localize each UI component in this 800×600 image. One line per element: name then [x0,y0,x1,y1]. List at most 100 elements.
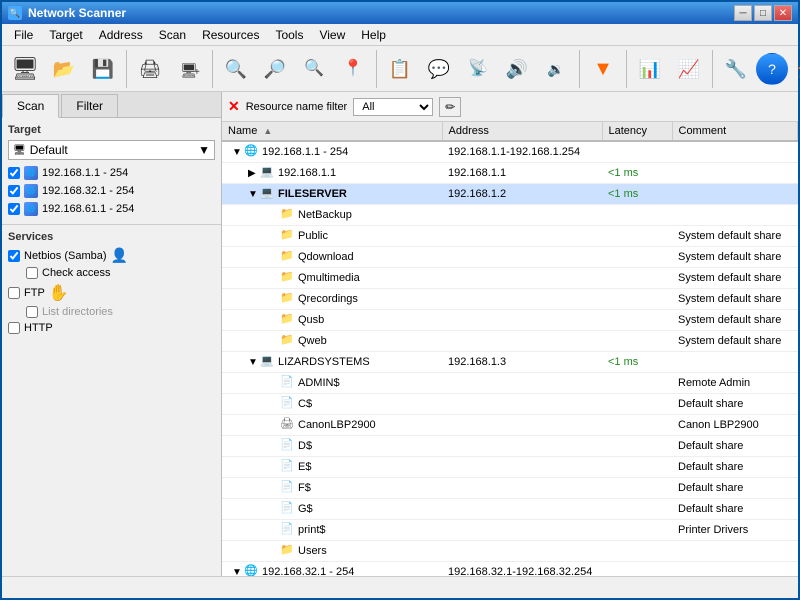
list-dirs-label: List directories [42,306,113,318]
table-row[interactable]: 📁Public System default share [222,226,798,247]
expand-icon[interactable]: ▶ [248,168,260,180]
expand-icon[interactable]: ▼ [248,357,260,369]
filter-select[interactable]: All Custom [353,98,433,116]
menu-view[interactable]: View [311,26,353,43]
locate-button[interactable]: 📍 [334,50,372,88]
table-row[interactable]: 📁NetBackup [222,205,798,226]
table-row[interactable]: ▼💻FILESERVER 192.168.1.2 <1 ms [222,184,798,205]
menu-tools[interactable]: Tools [267,26,311,43]
scan-button[interactable]: 🔍 [217,50,255,88]
range-1-checkbox[interactable] [8,167,20,179]
filter-label: Resource name filter [246,101,348,113]
table-row[interactable]: 📁Qdownload System default share [222,247,798,268]
table-row[interactable]: 📁Qmultimedia System default share [222,268,798,289]
check-access-service: Check access [26,267,215,279]
print-button[interactable]: 🖨 [131,50,169,88]
target-dropdown[interactable]: 🖥 Default ▼ [8,140,215,160]
menu-address[interactable]: Address [91,26,151,43]
table-row[interactable]: ▶💻192.168.1.1 192.168.1.1 <1 ms [222,163,798,184]
menu-help[interactable]: Help [353,26,394,43]
ftp-checkbox[interactable] [8,287,20,299]
tab-filter[interactable]: Filter [61,94,118,117]
table-row[interactable]: 🖨CanonLBP2900 Canon LBP2900 [222,415,798,436]
table-row[interactable]: 📄G$ Default share [222,499,798,520]
table-header-row: Name ▲ Address Latency Comment [222,122,798,141]
col-name[interactable]: Name ▲ [222,122,442,141]
check-access-checkbox[interactable] [26,267,38,279]
services-section: Services Netbios (Samba) 👤 Check access … [2,224,221,343]
report-button[interactable]: 📊 [631,50,669,88]
table-row[interactable]: 📄E$ Default share [222,457,798,478]
menu-scan[interactable]: Scan [151,26,194,43]
row-address [442,478,602,499]
range-item: 🌐 192.168.32.1 - 254 [8,182,215,200]
close-button[interactable]: ✕ [774,5,792,21]
list-dirs-checkbox[interactable] [26,306,38,318]
sound2-button[interactable]: 🔉 [537,50,575,88]
range-3-checkbox[interactable] [8,203,20,215]
range-3-label: 192.168.61.1 - 254 [42,203,134,215]
filter-button[interactable]: ▼ [584,50,622,88]
table-row[interactable]: 📄C$ Default share [222,394,798,415]
range-item: 🌐 192.168.61.1 - 254 [8,200,215,218]
http-checkbox[interactable] [8,322,20,334]
tab-scan[interactable]: Scan [2,94,59,118]
table-row[interactable]: ▼💻LIZARDSYSTEMS 192.168.1.3 <1 ms [222,352,798,373]
sound-button[interactable]: 🔊 [498,50,536,88]
table-row[interactable]: 📄print$ Printer Drivers [222,520,798,541]
col-address[interactable]: Address [442,122,602,141]
menu-file[interactable]: File [6,26,41,43]
table-row[interactable]: 📁Qrecordings System default share [222,289,798,310]
row-comment [672,562,798,577]
range-2-checkbox[interactable] [8,185,20,197]
report2-button[interactable]: 📈 [670,50,708,88]
net-button[interactable]: 📡 [459,50,497,88]
table-row[interactable]: 📁Users [222,541,798,562]
tools-button[interactable]: 🔧 [717,50,755,88]
table-container[interactable]: Name ▲ Address Latency Comment ▼🌐192.168… [222,122,798,576]
menu-target[interactable]: Target [41,26,90,43]
menu-bar: File Target Address Scan Resources Tools… [2,24,798,46]
netbios-checkbox[interactable] [8,250,20,262]
table-row[interactable]: 📁Qusb System default share [222,310,798,331]
home-button[interactable]: 🏠 [789,50,800,88]
msg-button[interactable]: 💬 [420,50,458,88]
row-latency [602,331,672,352]
col-latency[interactable]: Latency [602,122,672,141]
save-button[interactable]: 💾 [84,50,122,88]
new-scan-button[interactable]: 🖥 [6,50,44,88]
resources-button[interactable]: 📋 [381,50,419,88]
table-row[interactable]: ▼🌐192.168.32.1 - 254 192.168.32.1-192.16… [222,562,798,577]
range-2-label: 192.168.32.1 - 254 [42,185,134,197]
row-name: Qmultimedia [298,272,360,284]
table-row[interactable]: 📄ADMIN$ Remote Admin [222,373,798,394]
row-latency [602,373,672,394]
filter-edit-button[interactable]: ✏ [439,97,461,117]
help-button[interactable]: ? [756,53,788,85]
maximize-button[interactable]: □ [754,5,772,21]
share-icon: 📄 [280,375,296,391]
table-row[interactable]: 📁Qweb System default share [222,331,798,352]
find-button[interactable]: 🔎 [256,50,294,88]
print2-button[interactable]: 🖥+ [170,50,208,88]
expand-icon[interactable]: ▼ [232,567,244,576]
range-item: 🌐 192.168.1.1 - 254 [8,164,215,182]
expand-icon[interactable]: ▼ [232,147,244,159]
row-latency [602,520,672,541]
menu-resources[interactable]: Resources [194,26,267,43]
toolbar-group-print: 🖨 🖥+ [131,50,213,88]
open-button[interactable]: 📂 [45,50,83,88]
row-name: Qusb [298,314,324,326]
search-button[interactable]: 🔍 [295,50,333,88]
row-address: 192.168.1.1-192.168.1.254 [442,141,602,163]
right-panel: ✕ Resource name filter All Custom ✏ Name… [222,92,798,576]
table-row[interactable]: ▼🌐192.168.1.1 - 254 192.168.1.1-192.168.… [222,141,798,163]
table-row[interactable]: 📄F$ Default share [222,478,798,499]
folder-icon: 📁 [280,228,296,244]
col-comment[interactable]: Comment [672,122,798,141]
filter-clear-button[interactable]: ✕ [228,98,240,115]
expand-icon[interactable]: ▼ [248,189,260,201]
table-row[interactable]: 📄D$ Default share [222,436,798,457]
person-icon: 👤 [111,247,128,264]
minimize-button[interactable]: ─ [734,5,752,21]
